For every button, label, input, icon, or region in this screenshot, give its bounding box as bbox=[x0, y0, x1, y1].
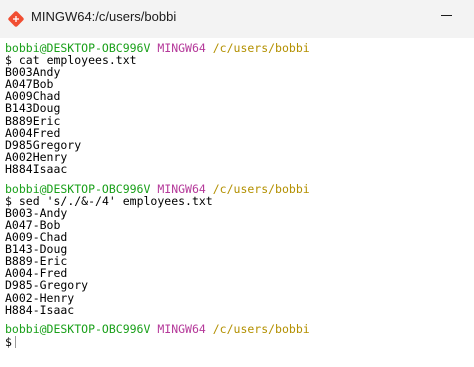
prompt-symbol: $ bbox=[5, 334, 12, 349]
output-line: A004Fred bbox=[5, 125, 61, 140]
output-line: B143Doug bbox=[5, 101, 61, 116]
window-title: MINGW64:/c/users/bobbi bbox=[31, 9, 177, 24]
output-line: B889Eric bbox=[5, 113, 61, 128]
git-bash-icon bbox=[8, 11, 24, 27]
prompt-user-host: bobbi@DESKTOP-OBC996V bbox=[5, 322, 151, 337]
title-bar[interactable]: MINGW64:/c/users/bobbi bbox=[0, 0, 474, 38]
terminal-window: MINGW64:/c/users/bobbi bobbi@DESKTOP-OBC… bbox=[0, 0, 474, 367]
prompt-cwd: /c/users/bobbi bbox=[212, 41, 310, 55]
prompt-line: bobbi@DESKTOP-OBC996V MINGW64 /c/users/b… bbox=[5, 323, 310, 335]
prompt-cwd: /c/users/bobbi bbox=[212, 181, 310, 196]
minimize-button[interactable] bbox=[430, 0, 466, 34]
prompt-shell-name: MINGW64 bbox=[157, 322, 206, 337]
prompt-shell-name: MINGW64 bbox=[157, 41, 206, 55]
text-cursor bbox=[14, 335, 16, 348]
output-line: A002-Henry bbox=[5, 290, 75, 305]
prompt-cwd: /c/users/bobbi bbox=[212, 322, 310, 337]
output-line: D985-Gregory bbox=[5, 278, 89, 293]
output-line: H884-Isaac bbox=[5, 302, 75, 317]
terminal-text: bobbi@DESKTOP-OBC996V MINGW64 /c/users/b… bbox=[5, 42, 310, 348]
minimize-icon bbox=[441, 15, 452, 16]
input-line[interactable]: $ bbox=[5, 334, 310, 349]
output-line: H884Isaac bbox=[5, 161, 68, 176]
terminal-content[interactable]: bobbi@DESKTOP-OBC996V MINGW64 /c/users/b… bbox=[0, 38, 474, 367]
